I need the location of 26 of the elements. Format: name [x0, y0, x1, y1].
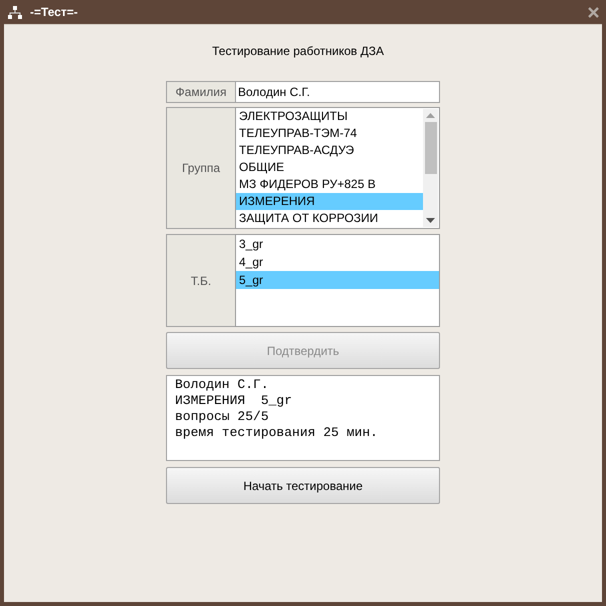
list-item[interactable]: ОБЩИЕ	[236, 159, 423, 176]
scrollbar[interactable]	[423, 109, 438, 227]
list-item[interactable]: ЭЛЕКТРОЗАЩИТЫ	[236, 108, 423, 125]
list-item[interactable]: МЗ ФИДЕРОВ РУ+825 В	[236, 176, 423, 193]
surname-field[interactable]: Володин С.Г.	[235, 81, 440, 103]
scroll-up-icon[interactable]	[426, 113, 435, 118]
field-label: Группа	[166, 107, 235, 229]
list-item[interactable]: ТЕЛЕУПРАВ-ТЭМ-74	[236, 125, 423, 142]
list-item[interactable]: ТЕЛЕУПРАВ-АСДУЭ	[236, 142, 423, 159]
form-heading: Тестирование работников ДЗА	[212, 43, 384, 59]
list-item[interactable]: 4_gr	[236, 253, 439, 271]
scrollbar-thumb[interactable]	[424, 122, 436, 174]
scroll-down-icon[interactable]	[426, 218, 435, 223]
field-label: Фамилия	[166, 81, 235, 103]
close-icon[interactable]	[586, 5, 600, 19]
list-item[interactable]: 3_gr	[236, 235, 439, 253]
start-button[interactable]: Начать тестирование	[166, 467, 440, 504]
window-title: -=Тест=-	[30, 5, 79, 19]
list-box[interactable]: 3_gr 4_gr 5_gr	[235, 234, 440, 327]
field-label: Т.Б.	[166, 234, 235, 327]
list-item[interactable]: ЗАЩИТА ОТ КОРРОЗИИ	[236, 210, 423, 227]
network-icon	[8, 6, 22, 18]
list-box[interactable]: ЭЛЕКТРОЗАЩИТЫ ТЕЛЕУПРАВ-ТЭМ-74 ТЕЛЕУПРАВ-АСДУЭ ОБЩИЕ МЗ ФИДЕРОВ РУ+825 В ИЗМЕРЕНИЯ ЗАЩИТА ОТ КОРРОЗИИ	[235, 107, 440, 229]
summary-field[interactable]: Володин С.Г. ИЗМЕРЕНИЯ 5_gr вопросы 25/5 время тестирования 25 мин.	[166, 375, 440, 461]
list-item[interactable]: 5_gr	[236, 271, 439, 289]
list-item[interactable]: ИЗМЕРЕНИЯ	[236, 193, 423, 210]
